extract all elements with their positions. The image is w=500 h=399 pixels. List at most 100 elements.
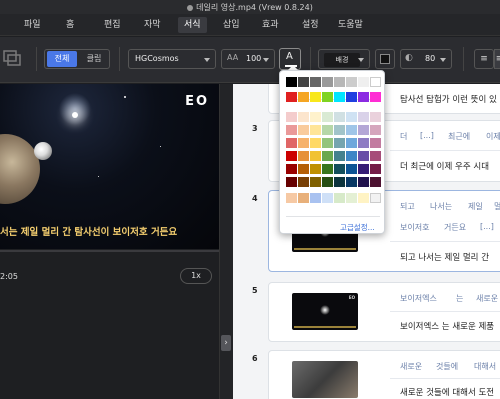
color-swatch[interactable] (334, 125, 345, 135)
color-swatch[interactable] (286, 77, 297, 87)
recent-color-swatch[interactable] (322, 193, 333, 203)
color-swatch[interactable] (370, 125, 381, 135)
color-swatch[interactable] (346, 177, 357, 187)
color-swatch[interactable] (334, 77, 345, 87)
color-swatch[interactable] (334, 138, 345, 148)
color-swatch[interactable] (358, 92, 369, 102)
color-swatch[interactable] (322, 77, 333, 87)
align-center-icon[interactable]: ≡ (494, 49, 500, 69)
color-swatch[interactable] (310, 125, 321, 135)
color-swatch[interactable] (310, 92, 321, 102)
clip-word[interactable]: 것들에 (436, 361, 458, 372)
menu-help[interactable]: 도움말 (338, 18, 363, 32)
color-swatch[interactable] (298, 125, 309, 135)
color-swatch[interactable] (298, 177, 309, 187)
clip-word[interactable]: 거든요 (444, 222, 466, 233)
color-swatch[interactable] (334, 164, 345, 174)
clip-text-line[interactable]: 새로운 것들에 대해서 도전 (400, 386, 494, 398)
color-swatch[interactable] (334, 177, 345, 187)
clip-word[interactable]: 더 (400, 131, 407, 142)
panel-splitter[interactable] (219, 84, 233, 399)
clip-word[interactable]: 새로운 (476, 293, 498, 304)
color-swatch[interactable] (334, 112, 345, 122)
clip-word[interactable]: [...] (480, 222, 494, 231)
color-swatch[interactable] (346, 151, 357, 161)
color-swatch[interactable] (286, 112, 297, 122)
menu-edit[interactable]: 편집 (104, 18, 121, 32)
color-swatch[interactable] (334, 151, 345, 161)
clip-word[interactable]: 보이저엑스 (400, 293, 437, 304)
color-swatch[interactable] (298, 151, 309, 161)
color-swatch[interactable] (358, 151, 369, 161)
color-swatch[interactable] (346, 77, 357, 87)
clip-word[interactable]: 제일 (468, 201, 483, 212)
clip-word[interactable]: 멀 (494, 201, 500, 212)
style-preset-icon[interactable] (2, 48, 24, 70)
clip-thumbnail[interactable]: EO (292, 293, 358, 330)
color-swatch[interactable] (286, 151, 297, 161)
color-swatch[interactable] (346, 138, 357, 148)
color-swatch[interactable] (310, 77, 321, 87)
menu-settings[interactable]: 설정 (302, 18, 319, 32)
recent-color-swatch[interactable] (346, 193, 357, 203)
color-swatch[interactable] (358, 112, 369, 122)
color-swatch[interactable] (286, 177, 297, 187)
clip-word[interactable]: 이제 (486, 131, 500, 142)
menu-file[interactable]: 파일 (24, 18, 41, 32)
chevron-right-icon[interactable]: › (221, 335, 231, 351)
color-swatch[interactable] (370, 138, 381, 148)
clip-word[interactable]: 보이저호 (400, 222, 429, 233)
color-swatch[interactable] (358, 77, 369, 87)
color-swatch[interactable] (370, 92, 381, 102)
advanced-settings-link[interactable]: 고급설정... (340, 222, 375, 233)
color-swatch[interactable] (346, 164, 357, 174)
recent-color-swatch[interactable] (286, 193, 297, 203)
align-left-icon[interactable]: ≡ (474, 49, 494, 69)
color-swatch[interactable] (298, 112, 309, 122)
color-swatch[interactable] (334, 92, 345, 102)
color-swatch[interactable] (346, 112, 357, 122)
color-swatch[interactable] (346, 92, 357, 102)
background-style-select[interactable]: 배경 (318, 49, 370, 69)
color-swatch[interactable] (322, 112, 333, 122)
color-swatch[interactable] (370, 112, 381, 122)
scope-all-button[interactable]: 전체 (47, 51, 77, 67)
clip-word[interactable]: 새로운 (400, 361, 422, 372)
opacity-field[interactable]: ◐ 80 (400, 49, 452, 69)
color-swatch[interactable] (298, 77, 309, 87)
recent-color-swatch[interactable] (298, 193, 309, 203)
color-swatch[interactable] (322, 125, 333, 135)
font-size-field[interactable]: AA 100 (221, 49, 275, 69)
clip-text-line[interactable]: 보이저엑스 는 새로운 제품 (400, 320, 494, 332)
menu-subtitle[interactable]: 자막 (144, 18, 161, 32)
clip-word[interactable]: 대해서 (474, 361, 496, 372)
menu-home[interactable]: 홈 (66, 18, 74, 32)
recent-color-swatch[interactable] (370, 193, 381, 203)
color-swatch[interactable] (346, 125, 357, 135)
color-swatch[interactable] (370, 77, 381, 87)
color-swatch[interactable] (370, 151, 381, 161)
clip-word[interactable]: 되고 (400, 201, 415, 212)
progress-bar[interactable] (0, 250, 219, 252)
color-swatch[interactable] (322, 138, 333, 148)
color-swatch[interactable] (322, 92, 333, 102)
color-swatch[interactable] (298, 164, 309, 174)
background-color-button[interactable] (375, 49, 395, 69)
color-swatch[interactable] (322, 151, 333, 161)
color-swatch[interactable] (286, 92, 297, 102)
recent-color-swatch[interactable] (310, 193, 321, 203)
color-swatch[interactable] (358, 138, 369, 148)
color-swatch[interactable] (310, 177, 321, 187)
color-swatch[interactable] (286, 138, 297, 148)
color-swatch[interactable] (310, 151, 321, 161)
clip-word[interactable]: 최근에 (448, 131, 470, 142)
color-swatch[interactable] (286, 164, 297, 174)
color-swatch[interactable] (322, 164, 333, 174)
playback-speed-button[interactable]: 1x (180, 268, 212, 284)
clip-text-line[interactable]: 되고 나서는 제일 멀리 간 (400, 251, 489, 263)
menu-insert[interactable]: 삽입 (223, 18, 240, 32)
scope-clip-button[interactable]: 클립 (79, 51, 109, 67)
clip-text-line[interactable]: 탐사선 탐험가 이런 뜻이 있 (400, 93, 497, 105)
color-swatch[interactable] (322, 177, 333, 187)
color-swatch[interactable] (310, 138, 321, 148)
